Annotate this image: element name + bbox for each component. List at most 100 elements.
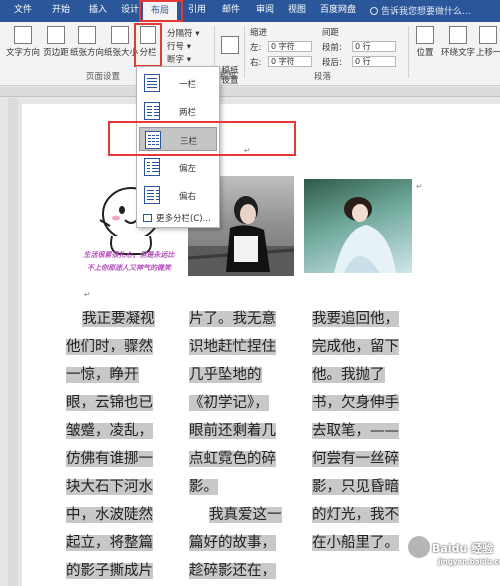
wrap-text-button[interactable]: 环绕文字 — [440, 26, 476, 58]
group-label-draft: 稿纸 — [220, 72, 238, 82]
spacing-after-label: 段后: — [322, 58, 342, 68]
column-line: 中，水波陡然 — [66, 501, 155, 529]
breaks-button[interactable]: 分隔符 ▾ — [167, 27, 199, 39]
bring-forward-button[interactable]: 上移一层 — [476, 26, 500, 58]
menu-item-one-column[interactable]: 一栏 — [139, 71, 217, 95]
separator — [244, 26, 245, 78]
text-direction-button[interactable]: 文字方向 — [6, 26, 40, 58]
column-line: 何尝有一丝碎 — [312, 445, 399, 473]
column-line: 的影子撕成片 — [66, 557, 155, 585]
menu-item-label: 两栏 — [179, 108, 197, 118]
column-line: 完成他，留下 — [312, 333, 399, 361]
caption-line-2: 不上你那迷人又神气的微笑 — [87, 264, 171, 272]
spacing-title: 间距 — [322, 28, 340, 38]
column-line-text: 几乎坠地的 — [189, 367, 262, 383]
column-line-text: 我真爱这一 — [209, 507, 282, 523]
indent-title: 缩进 — [250, 28, 268, 38]
column-line-text: 块大石下河水 — [66, 479, 153, 495]
column-line: 皱蹙，凌乱， — [66, 417, 155, 445]
paragraph-mark: ↵ — [416, 182, 423, 191]
text-column-1[interactable]: 我正要凝视 他们时，骤然 一惊，睁开 眼，云锦也已 皱蹙，凌乱， 仿佛有谁挪一 … — [66, 305, 155, 585]
column-line-text: 起立，将整篇 — [66, 535, 153, 551]
position-label: 位置 — [416, 48, 434, 58]
watermark: Baidu 经验 jingyan.baidu.com — [408, 536, 500, 576]
column-line: 眼前还剩着几 — [189, 417, 282, 445]
tab-design[interactable]: 设计 — [121, 4, 139, 16]
horizontal-ruler[interactable] — [0, 87, 500, 97]
highlight-columns-button — [134, 23, 162, 67]
ribbon-tab-bar: 文件 开始 插入 设计 布局 引用 邮件 审阅 视图 百度网盘 告诉我您想要做什… — [0, 0, 500, 22]
bring-forward-label: 上移一层 — [476, 48, 500, 58]
watermark-url: jingyan.baidu.com — [438, 558, 500, 566]
highlight-three-columns — [108, 121, 296, 156]
column-line-text: 趁碎影还在， — [189, 563, 276, 579]
column-line: 影，只见昏暗 — [312, 473, 399, 501]
more-columns-button[interactable]: 更多分栏(C)... — [143, 212, 211, 224]
tab-references[interactable]: 引用 — [188, 4, 206, 16]
more-columns-icon — [143, 214, 152, 222]
column-line: 一惊，睁开 — [66, 361, 155, 389]
text-column-2[interactable]: 片了。我无意 识地赶忙捏住 几乎坠地的 《初学记》， 眼前还剩着几 点虹霓色的碎… — [189, 305, 282, 585]
tab-view[interactable]: 视图 — [288, 4, 306, 16]
column-line: 我真爱这一 — [189, 501, 282, 529]
column-line: 片了。我无意 — [189, 305, 282, 333]
orientation-button[interactable]: 纸张方向 — [70, 26, 104, 58]
spacing-before-label: 段前: — [322, 43, 342, 53]
text-direction-icon — [14, 26, 32, 44]
tab-insert[interactable]: 插入 — [89, 4, 107, 16]
photo-girl-on-grass[interactable] — [304, 179, 412, 273]
spacing-after-input[interactable]: 0 行 — [352, 56, 396, 67]
menu-item-left[interactable]: 偏左 — [139, 155, 217, 179]
margins-button[interactable]: 页边距 — [42, 26, 70, 58]
position-icon — [416, 26, 434, 44]
wrap-text-label: 环绕文字 — [440, 48, 475, 58]
column-line: 几乎坠地的 — [189, 361, 282, 389]
column-line: 他们时，骤然 — [66, 333, 155, 361]
tab-file[interactable]: 文件 — [14, 4, 32, 16]
indent-left-label: 左: — [250, 43, 262, 53]
text-column-3[interactable]: 我要追回他， 完成他，留下 他。我抛了 书，欠身伸手 去取笔，—— 何尝有一丝碎… — [312, 305, 399, 557]
column-line: 的灯光，我不 — [312, 501, 399, 529]
indent-right-input[interactable]: 0 字符 — [268, 56, 312, 67]
wrap-text-icon — [449, 26, 467, 44]
column-line: 识地赶忙捏住 — [189, 333, 282, 361]
column-line-text: 识地赶忙捏住 — [189, 339, 276, 355]
paper-size-icon — [111, 26, 129, 44]
text-direction-label: 文字方向 — [6, 48, 41, 58]
size-button[interactable]: 纸张大小 — [104, 26, 138, 58]
menu-item-two-columns[interactable]: 两栏 — [139, 99, 217, 123]
column-line: 仿佛有谁挪一 — [66, 445, 155, 473]
column-line-text: 眼，云锦也已 — [66, 395, 153, 411]
menu-item-label: 偏左 — [179, 164, 197, 174]
draft-paper-icon — [221, 36, 239, 54]
line-numbers-button[interactable]: 行号 ▾ — [167, 40, 191, 52]
spacing-before-input[interactable]: 0 行 — [352, 41, 396, 52]
vertical-ruler[interactable] — [8, 98, 18, 586]
column-line: 起立，将整篇 — [66, 529, 155, 557]
tell-me-text: 告诉我您想要做什么... — [381, 7, 471, 17]
group-label-paragraph: 段落 — [314, 72, 332, 82]
tell-me-box[interactable]: 告诉我您想要做什么... — [370, 4, 471, 17]
orientation-icon — [78, 26, 96, 44]
column-line-text: 片了。我无意 — [189, 311, 276, 327]
tab-review[interactable]: 审阅 — [256, 4, 274, 16]
column-line-text: 点虹霓色的碎 — [189, 451, 276, 467]
column-line-text: 他们时，骤然 — [66, 339, 153, 355]
indent-left-input[interactable]: 0 字符 — [268, 41, 312, 52]
column-line: 《初学记》， — [189, 389, 282, 417]
lightbulb-icon — [370, 7, 378, 15]
position-button[interactable]: 位置 — [412, 26, 438, 58]
column-line-text: 他。我抛了 — [312, 367, 385, 383]
hyphenation-button[interactable]: 断字 ▾ — [167, 53, 191, 65]
tab-mailings[interactable]: 邮件 — [222, 4, 240, 16]
group-label-page-setup: 页面设置 — [86, 72, 121, 82]
column-line-text: 眼前还剩着几 — [189, 423, 276, 439]
separator — [408, 26, 409, 78]
bring-forward-icon — [479, 26, 497, 44]
tab-baidu-netdisk[interactable]: 百度网盘 — [320, 4, 356, 16]
orientation-label: 纸张方向 — [70, 48, 105, 58]
menu-item-right[interactable]: 偏右 — [139, 183, 217, 207]
column-line-text: 《初学记》， — [189, 395, 269, 411]
tab-home[interactable]: 开始 — [52, 4, 70, 16]
column-line-text: 影。 — [189, 479, 218, 495]
